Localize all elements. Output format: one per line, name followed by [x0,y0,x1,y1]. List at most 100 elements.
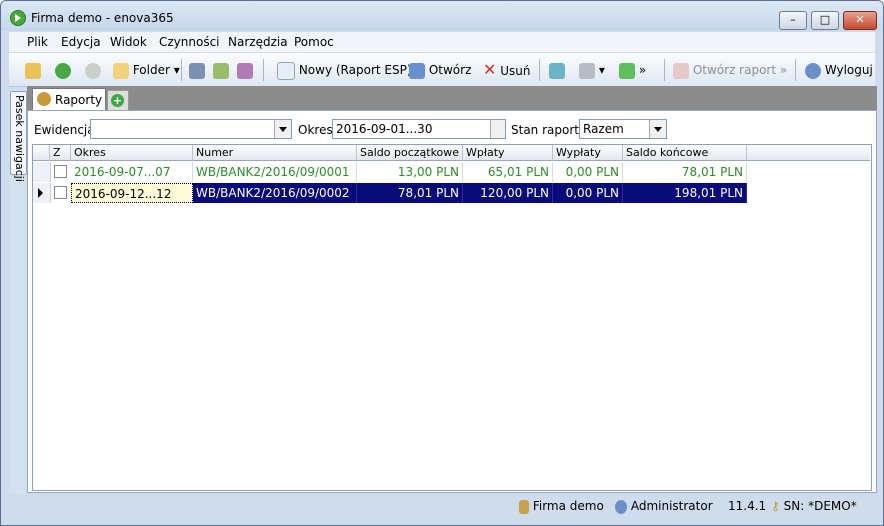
cell-saldo-koncowe: 198,01 PLN [623,183,747,203]
period-input[interactable]: 2016-09-01...30 [332,119,506,139]
report-icon [673,62,689,79]
user-icon [805,62,821,79]
column-header-wplaty[interactable]: Wpłaty [463,145,553,161]
back-arrow-icon [55,62,71,79]
tab-raporty[interactable]: Raporty [32,88,106,111]
menu-czynnosci[interactable]: Czynności [159,35,220,49]
tab-strip: Raporty + [27,86,877,112]
key-icon: ⚷ [771,499,780,513]
menu-edycja[interactable]: Edycja [61,35,101,49]
folder-icon [113,62,129,79]
chevron-down-icon[interactable] [274,120,291,138]
menu-pomoc[interactable]: Pomoc [294,35,334,49]
export-button[interactable]: » [619,61,646,79]
user-icon [615,499,627,514]
plus-icon: + [111,94,124,107]
new-document-icon [277,61,295,80]
status-serial-label: SN: *DEMO* [783,499,857,513]
card-view-button[interactable] [189,61,205,79]
tools-button[interactable] [237,61,253,79]
open-label: Otwórz [428,63,472,77]
toolbar-separator [181,59,182,81]
filter-button[interactable] [213,61,229,79]
minimize-button[interactable]: – [779,11,807,30]
chevron-down-icon[interactable] [649,120,666,138]
table-row-selected[interactable]: 2016-09-12...12 WB/BANK2/2016/09/0002 78… [33,183,747,203]
row-header-corner [33,145,50,161]
new-label: Nowy (Raport ESP) [298,63,412,77]
open-button[interactable]: Otwórz [409,61,471,79]
table-row[interactable]: 2016-09-07...07 WB/BANK2/2016/09/0001 13… [33,162,747,182]
status-user-label: Administrator [630,499,713,513]
maximize-button[interactable]: □ [811,11,839,30]
menu-plik[interactable]: Plik [27,35,48,49]
logout-label: Wyloguj [824,63,873,77]
cell-wyplaty: 0,00 PLN [553,162,623,182]
print-button[interactable]: ▾ [579,61,605,79]
row-checkbox[interactable] [54,165,67,178]
add-tab-button[interactable]: + [107,90,129,112]
status-bar: Firma demo Administrator 11.4.1 ⚷ SN: *D… [9,494,875,518]
reports-grid: Z Okres Numer Saldo początkowe Wpłaty Wy… [32,144,872,491]
toolbar-separator [263,59,264,81]
cell-numer: WB/BANK2/2016/09/0002 [193,183,357,203]
new-button[interactable]: Nowy (Raport ESP) [277,61,412,80]
reports-icon [37,92,51,106]
status-serial: ⚷ SN: *DEMO* [771,499,857,513]
row-selector[interactable] [33,183,51,203]
navigation-pane-tab[interactable]: Pasek nawigacji [10,91,27,182]
status-value: Razem [583,122,624,136]
cell-okres: 2016-09-07...07 [71,162,193,182]
navigation-pane-label: Pasek nawigacji [13,95,26,182]
column-header-saldo-poczatkowe[interactable]: Saldo początkowe [357,145,463,161]
menu-narzedzia[interactable]: Narzędzia [228,35,288,49]
report-list-panel: Ewidencja: Okres: 2016-09-01...30 Stan r… [27,110,877,493]
logout-button[interactable]: Wyloguj [805,61,873,79]
cell-wplaty: 65,01 PLN [463,162,553,182]
status-version: 11.4.1 [728,499,767,513]
cell-saldo-koncowe: 78,01 PLN [623,162,747,182]
row-selector[interactable] [33,162,51,182]
forward-arrow-icon [85,62,101,79]
open-report-button[interactable]: Otwórz raport » [673,61,787,79]
filter-bar: Ewidencja: Okres: 2016-09-01...30 Stan r… [28,111,876,143]
column-header-z[interactable]: Z [50,145,71,161]
cell-saldo-poczatkowe: 78,01 PLN [357,183,463,203]
toolbar-separator [539,59,540,81]
back-button[interactable] [55,61,71,79]
evidence-select[interactable] [90,119,292,139]
column-header-saldo-koncowe[interactable]: Saldo końcowe [623,145,747,161]
status-select[interactable]: Razem [579,119,667,139]
close-button[interactable]: ✕ [843,11,877,30]
cell-wplaty: 120,00 PLN [463,183,553,203]
cell-okres[interactable]: 2016-09-12...12 [71,183,193,203]
menu-widok[interactable]: Widok [110,35,147,49]
delete-icon: ✕ [483,60,497,79]
column-header-okres[interactable]: Okres [71,145,193,161]
app-window: Firma demo - enova365 – □ ✕ Plik Edycja … [0,0,884,526]
open-report-label: Otwórz raport [692,63,777,77]
up-button[interactable] [25,61,41,79]
cell-numer: WB/BANK2/2016/09/0001 [193,162,357,182]
folder-button[interactable]: Folder ▾ [113,61,180,79]
forward-button[interactable] [85,61,101,79]
column-header-filler [747,145,870,161]
open-icon [409,62,425,79]
refresh-button[interactable] [549,61,565,79]
column-header-wyplaty[interactable]: Wypłaty [553,145,623,161]
evidence-label: Ewidencja: [34,123,99,137]
menu-bar: Plik Edycja Widok Czynności Narzędzia Po… [9,32,875,52]
tab-raporty-label: Raporty [55,93,103,107]
row-checkbox[interactable] [54,186,67,199]
period-spinner-icon[interactable] [490,120,505,138]
filter-icon [213,62,229,79]
delete-button[interactable]: ✕ Usuń [483,61,530,79]
navigation-sidebar: Pasek nawigacji [9,89,27,514]
delete-label: Usuń [500,64,531,78]
column-header-numer[interactable]: Numer [193,145,357,161]
database-icon [519,499,529,514]
toolbar-separator [795,59,796,81]
export-folder-icon [619,62,635,79]
card-icon [189,62,205,79]
app-logo-icon [10,10,26,26]
